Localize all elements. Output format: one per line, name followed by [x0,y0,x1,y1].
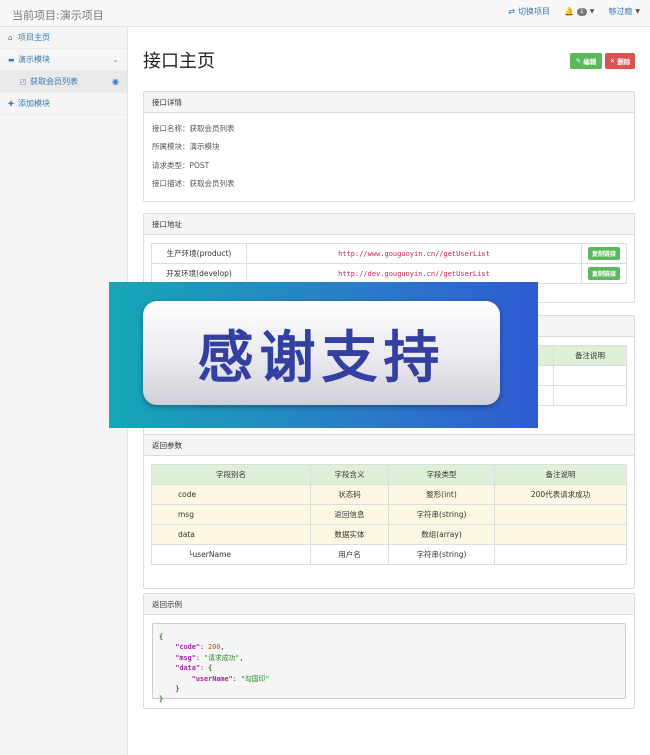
detail-panel-heading: 接口详情 [144,92,634,113]
copy-cell: 复制链接 [581,263,627,284]
close-icon: ✕ [609,57,616,65]
url-cell: http://dev.gouguoyin.cn//getUserList [246,263,582,284]
header-field-alias: 字段别名 [151,464,311,485]
json-example-block: { "code": 200, "msg": "请求成功", "data": { … [152,623,626,703]
copy-link-button[interactable]: 复制链接 [587,267,620,280]
plus-icon: ✚ [8,99,14,108]
table-row: 开发环境(develop) http://dev.gouguoyin.cn//g… [151,263,627,284]
field-type: 字符串(string) [388,544,495,565]
detail-method: 请求类型：POST [152,160,210,170]
field-meaning: 数据实体 [310,524,389,545]
table-row: msg 返回信息 字符串(string) [151,504,627,525]
env-cell: 生产环境(product) [151,243,247,264]
detail-panel: 接口详情 接口名称：获取会员列表 所属模块：演示模块 请求类型：POST 接口描… [143,91,635,202]
header-remark: 备注说明 [494,464,627,485]
table-row: 生产环境(product) http://www.gouguoyin.cn//g… [151,243,627,264]
chevron-down-icon: ⌄ [112,55,119,64]
thanks-banner-overlay: 感谢支持 [109,282,538,428]
field-remark [494,504,627,525]
header-field-type: 字段类型 [388,464,495,485]
field-type: 字符串(string) [388,504,495,525]
product-url[interactable]: http://www.gouguoyin.cn//getUserList [338,250,490,258]
notification-badge: 1 [576,7,587,16]
response-params-heading: 返回参数 [144,435,634,456]
navbar-right: ⇄ 切换项目 🔔 1 ▼ 够过瘾 ▼ [508,6,640,17]
field-meaning: 用户名 [310,544,389,565]
shuffle-icon: ⇄ [508,7,515,16]
folder-icon: ▬ [8,55,15,64]
notification-menu[interactable]: 🔔 1 ▼ [564,7,594,16]
response-example-heading: 返回示例 [144,594,634,615]
top-navbar: 当前项目:演示项目 ⇄ 切换项目 🔔 1 ▼ 够过瘾 ▼ [0,0,650,27]
field-name: code [151,484,311,505]
thanks-banner-plate: 感谢支持 [143,301,500,405]
api-icon: ◰ [20,77,27,86]
switch-project-link[interactable]: ⇄ 切换项目 [508,6,550,17]
table-row: └userName 用户名 字符串(string) [151,544,627,565]
home-icon: ⌂ [8,33,13,42]
field-remark [494,544,627,565]
address-table: 生产环境(product) http://www.gouguoyin.cn//g… [151,243,627,284]
field-type: 数组(array) [388,524,495,545]
address-panel-heading: 接口地址 [144,214,634,235]
edit-icon: ✎ [575,57,582,65]
env-cell: 开发环境(develop) [151,263,247,284]
response-params-panel: 返回参数 字段别名 字段含义 字段类型 备注说明 code 状态码 整形(int… [143,434,635,589]
copy-cell: 复制链接 [581,243,627,264]
caret-down-icon: ▼ [589,8,595,15]
user-menu[interactable]: 够过瘾 ▼ [608,6,640,17]
field-name: data [151,524,311,545]
sidebar-item-add-module[interactable]: ✚ 添加模块 [0,93,127,115]
table-row: data 数据实体 数组(array) [151,524,627,545]
url-cell: http://www.gouguoyin.cn//getUserList [246,243,582,264]
field-meaning: 状态码 [310,484,389,505]
current-project-title: 当前项目:演示项目 [12,9,104,22]
edit-button[interactable]: ✎ 编辑 [570,53,602,69]
copy-link-button[interactable]: 复制链接 [587,247,620,260]
table-header-row: 字段别名 字段含义 字段类型 备注说明 [151,464,627,485]
caret-down-icon: ▼ [635,8,640,15]
field-remark: 200代表请求成功 [494,484,627,505]
table-row: code 状态码 整形(int) 200代表请求成功 [151,484,627,505]
detail-name: 接口名称：获取会员列表 [152,123,235,133]
sidebar-item-demo-module[interactable]: ▬ 演示模块 ⌄ [0,49,127,71]
response-example-panel: 返回示例 { "code": 200, "msg": "请求成功", "data… [143,593,635,709]
delete-button[interactable]: ✕ 删除 [605,53,635,69]
response-params-table: 字段别名 字段含义 字段类型 备注说明 code 状态码 整形(int) 200… [151,464,627,565]
header-remark: 备注说明 [553,345,627,366]
thanks-banner-text: 感谢支持 [197,325,446,391]
detail-description: 接口描述：获取会员列表 [152,179,235,189]
develop-url[interactable]: http://dev.gouguoyin.cn//getUserList [338,270,490,278]
user-name: 够过瘾 [608,7,633,16]
detail-module: 所属模块：演示模块 [152,142,220,152]
field-meaning: 返回信息 [310,504,389,525]
sidebar-item-project-home[interactable]: ⌂ 项目主页 [0,27,127,49]
sidebar-item-get-member-list[interactable]: ◰ 获取会员列表 ◉ [0,71,127,93]
eye-icon[interactable]: ◉ [112,77,119,86]
field-remark [494,524,627,545]
field-name: └userName [151,544,311,565]
field-type: 整形(int) [388,484,495,505]
header-field-meaning: 字段含义 [310,464,389,485]
bell-icon: 🔔 [563,7,574,16]
page-title: 接口主页 [143,51,215,72]
field-name: msg [151,504,311,525]
